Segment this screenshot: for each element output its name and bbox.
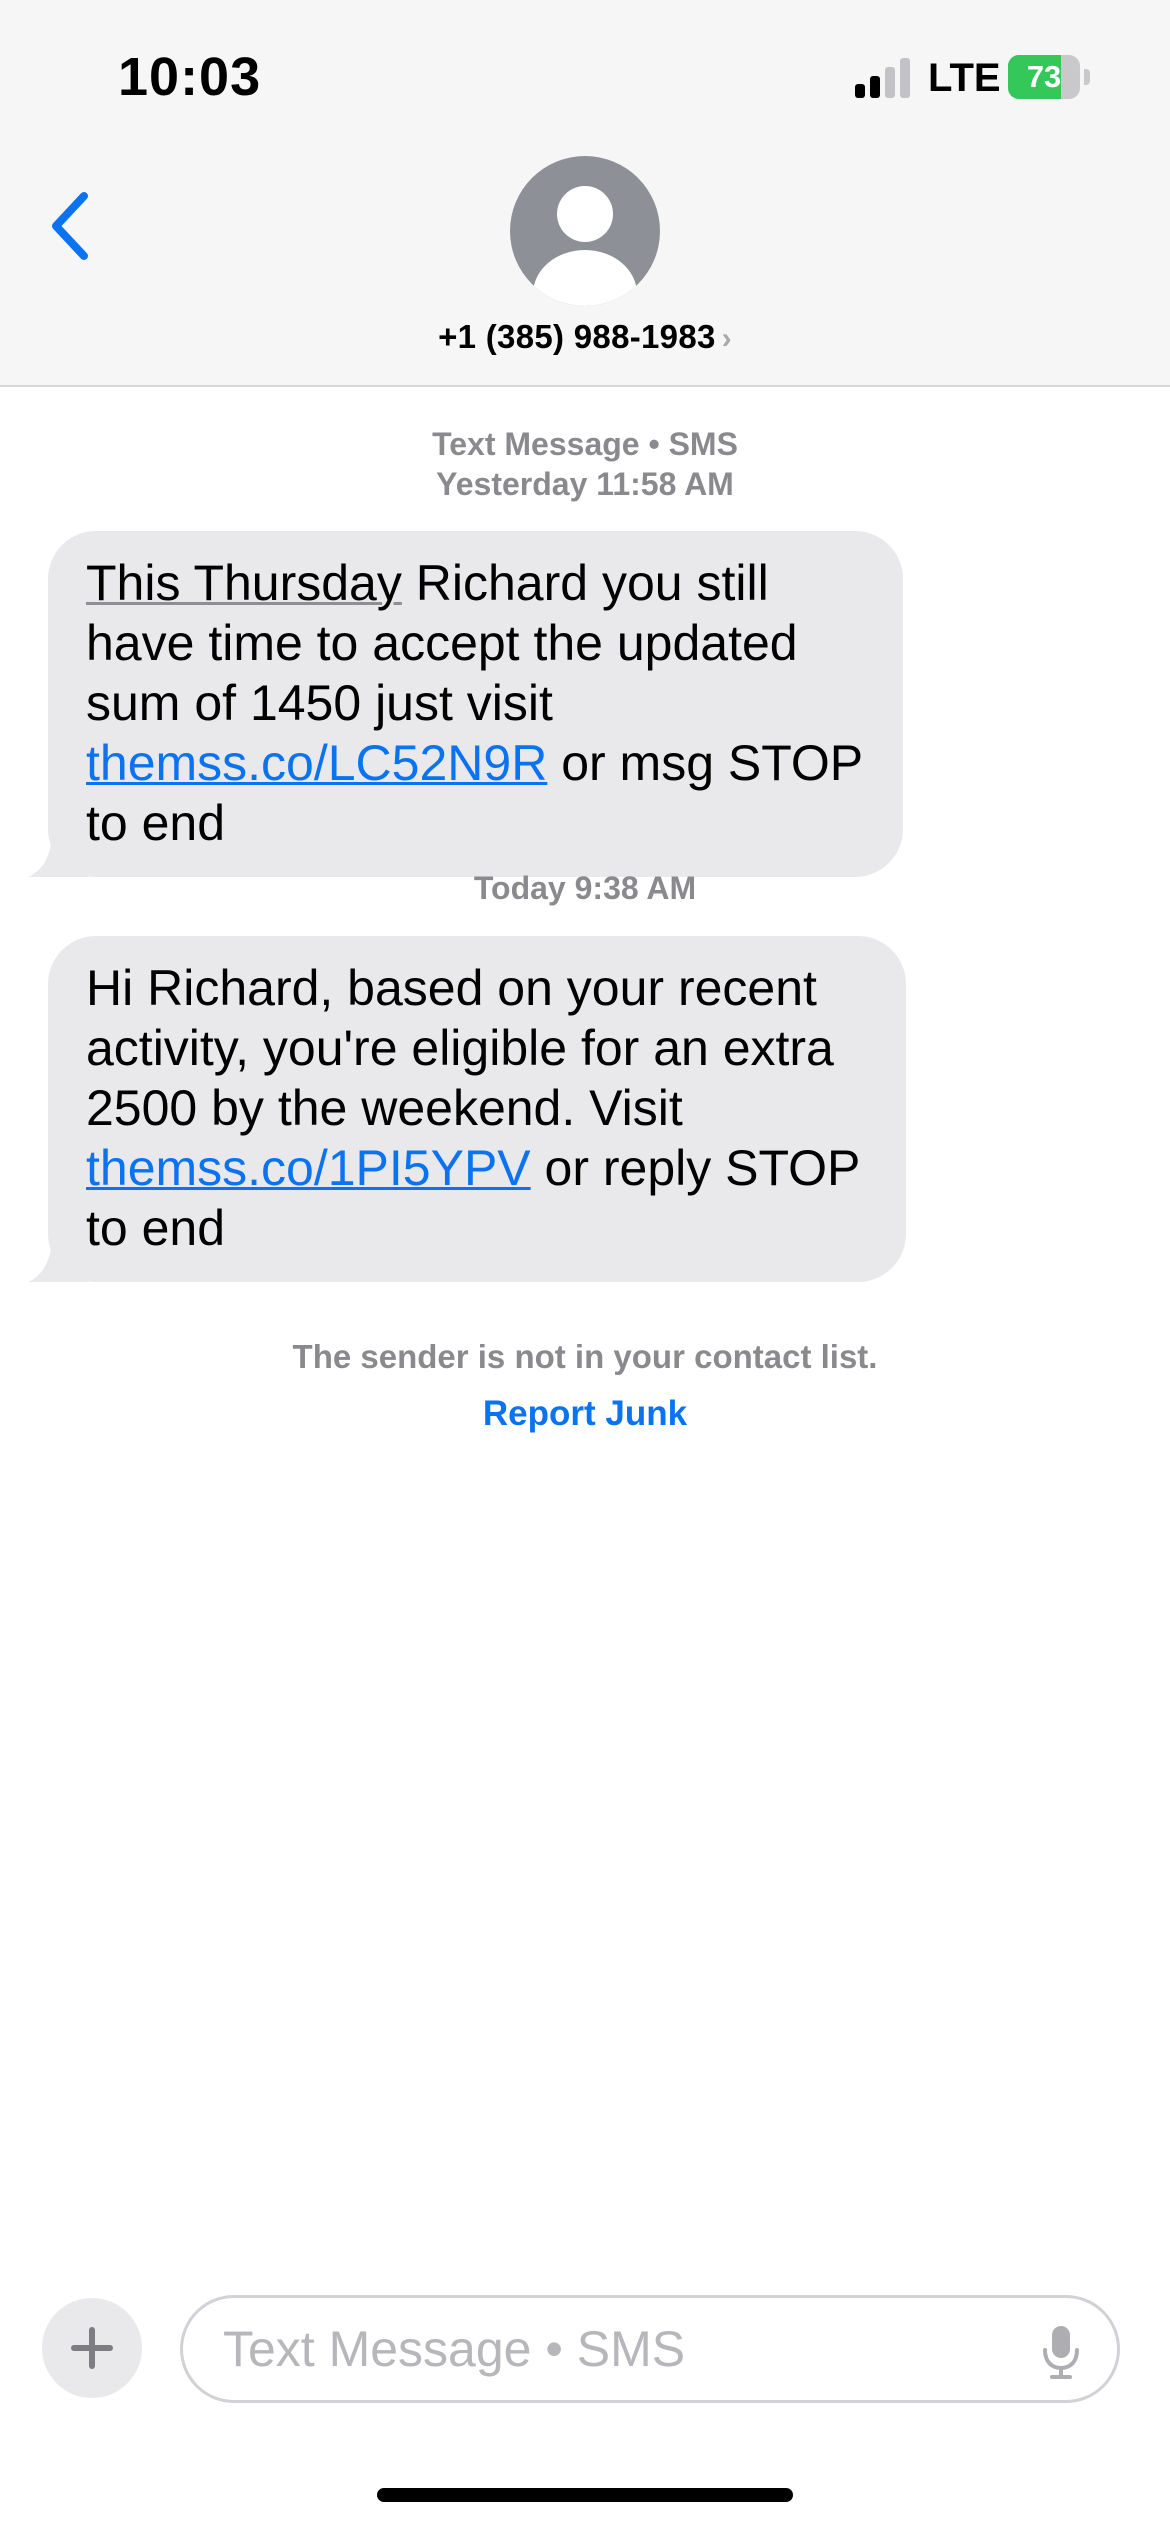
incoming-message-bubble[interactable]: This Thursday Richard you still have tim…: [28, 531, 903, 877]
add-attachment-button[interactable]: [42, 2298, 142, 2398]
message-timestamp: Today 9:38 AM: [473, 870, 697, 906]
message-service-label: Text Message • SMS: [432, 426, 738, 462]
contact-name-button[interactable]: +1 (385) 988-1983 ›: [0, 318, 1170, 356]
back-button[interactable]: [46, 188, 96, 264]
report-junk-link[interactable]: Report Junk: [0, 1394, 1170, 1434]
message-link[interactable]: themss.co/LC52N9R: [86, 735, 547, 791]
contact-avatar[interactable]: [510, 156, 660, 306]
conversation-header: 10:03 LTE 73 +1 (385) 988-1983 ›: [0, 0, 1170, 387]
network-type: LTE: [928, 56, 1001, 100]
unknown-sender-notice: The sender is not in your contact list.: [292, 1338, 878, 1375]
message-input-placeholder: Text Message • SMS: [223, 2321, 686, 2377]
plus-icon: [71, 2327, 113, 2369]
battery-percent: 73: [1026, 59, 1062, 94]
battery-icon: 73: [1008, 55, 1092, 99]
message-input[interactable]: Text Message • SMS: [180, 2295, 1120, 2403]
detected-date-link[interactable]: This Thursday: [86, 555, 402, 611]
incoming-message-bubble[interactable]: Hi Richard, based on your recent activit…: [28, 936, 906, 1282]
message-link[interactable]: themss.co/1PI5YPV: [86, 1140, 531, 1196]
microphone-icon[interactable]: [1041, 2324, 1081, 2380]
message-text: Hi Richard, based on your recent activit…: [86, 960, 834, 1136]
cellular-signal-icon: [855, 58, 915, 98]
chevron-right-icon: ›: [721, 322, 732, 355]
home-indicator[interactable]: [377, 2488, 793, 2502]
message-time-label: Yesterday 11:58 AM: [436, 466, 734, 502]
chevron-left-icon: [52, 192, 88, 260]
message-timestamp: Text Message • SMS Yesterday 11:58 AM: [0, 424, 1170, 504]
bubble-tail: [28, 1242, 88, 1282]
person-placeholder-icon: [533, 186, 637, 306]
contact-number: +1 (385) 988-1983: [438, 318, 716, 355]
status-time: 10:03: [118, 47, 262, 107]
